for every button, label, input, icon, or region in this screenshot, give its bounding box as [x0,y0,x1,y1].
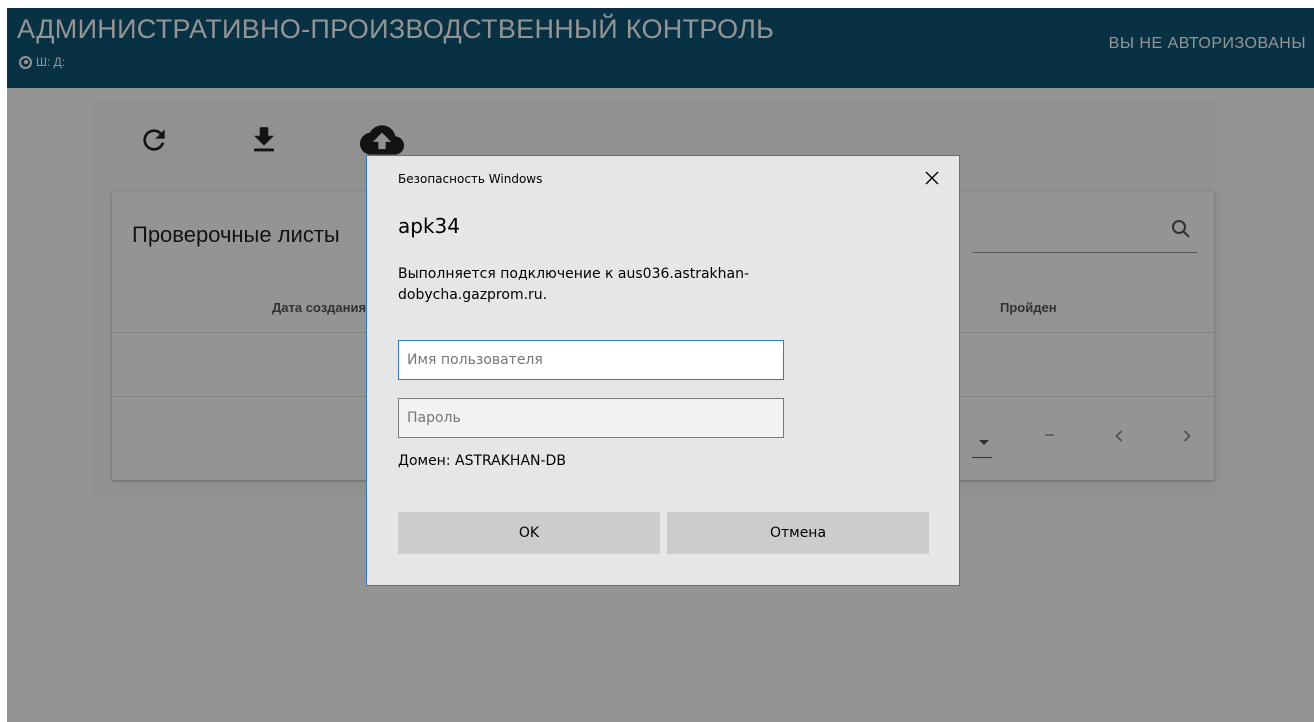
dialog-title: apk34 [398,214,460,238]
dialog-message: Выполняется подключение к aus036.astrakh… [398,266,750,303]
ok-button[interactable]: OK [398,512,660,554]
password-field[interactable] [398,398,784,438]
browser-screen: АДМИНИСТРАТИВНО-ПРОИЗВОДСТВЕННЫЙ КОНТРОЛ… [7,8,1314,722]
close-icon [925,171,939,185]
cancel-button[interactable]: Отмена [667,512,929,554]
username-field[interactable] [398,340,784,380]
dialog-caption: Безопасность Windows [398,172,543,186]
document-top-strip [0,0,1314,8]
dialog-close-button[interactable] [917,164,947,192]
windows-security-dialog: Безопасность Windows apk34 Выполняется п… [366,155,960,586]
domain-label: Домен: ASTRAKHAN-DB [398,453,566,469]
